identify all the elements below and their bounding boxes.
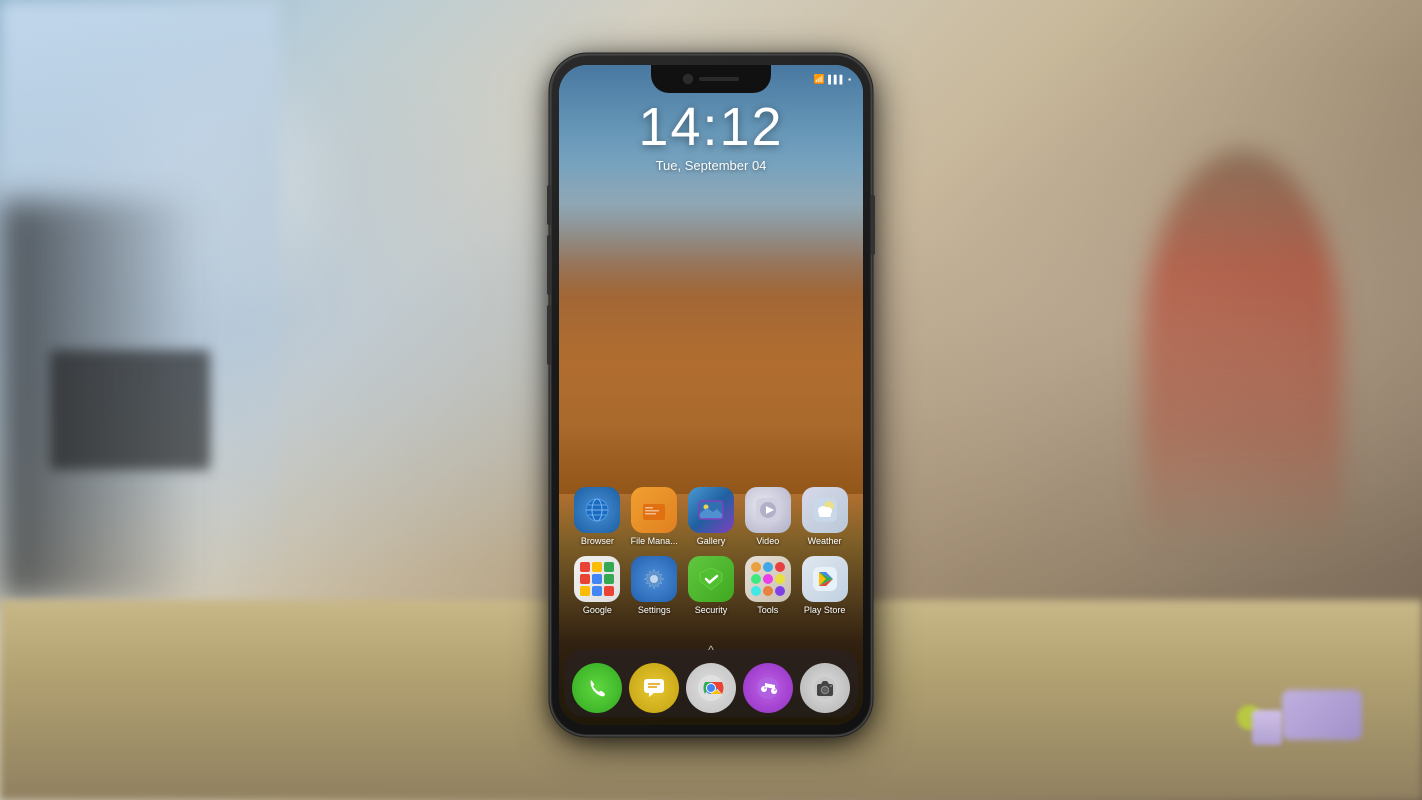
bg-purple-item [1282,690,1362,740]
app-tools[interactable]: Tools [742,556,794,615]
dock-area [569,663,853,713]
file-manager-icon [631,487,677,533]
dock-camera[interactable] [800,663,850,713]
app-google[interactable]: Google [571,556,623,615]
chrome-icon [686,663,736,713]
video-icon [745,487,791,533]
gallery-label: Gallery [685,536,737,546]
tools-icon [745,556,791,602]
phone-call-icon [572,663,622,713]
earpiece-speaker [699,77,739,81]
app-weather[interactable]: Weather [799,487,851,546]
app-file-manager[interactable]: File Mana... [628,487,680,546]
settings-label: Settings [628,605,680,615]
app-row-1: Browser [569,487,853,546]
tools-label: Tools [742,605,794,615]
weather-icon [802,487,848,533]
apps-area: Browser [559,487,863,625]
app-security[interactable]: Security [685,556,737,615]
app-row-2: Google Settings [569,556,853,615]
swipe-up-hint: ^ [708,643,714,657]
file-manager-label: File Mana... [628,536,680,546]
dock-messages[interactable] [629,663,679,713]
bg-dark-left [0,200,200,600]
bg-purple-item2 [1252,710,1282,745]
dock-music[interactable] [743,663,793,713]
battery-icon: ▪ [848,75,851,84]
app-play-store[interactable]: Play Store [799,556,851,615]
alert-slider[interactable] [547,185,551,225]
security-label: Security [685,605,737,615]
app-browser[interactable]: Browser [571,487,623,546]
app-video[interactable]: Video [742,487,794,546]
play-store-icon [802,556,848,602]
app-gallery[interactable]: Gallery [685,487,737,546]
power-button[interactable] [871,195,875,255]
phone-body: 📶 ▌▌▌ ▪ 14:12 Tue, September 04 [551,55,871,735]
messages-icon [629,663,679,713]
music-icon [743,663,793,713]
app-settings[interactable]: Settings [628,556,680,615]
browser-icon [574,487,620,533]
gallery-icon [688,487,734,533]
browser-label: Browser [571,536,623,546]
bg-right-person [1142,150,1342,550]
front-camera [683,74,693,84]
security-icon [688,556,734,602]
phone-screen: 📶 ▌▌▌ ▪ 14:12 Tue, September 04 [559,65,863,725]
status-icons: 📶 ▌▌▌ ▪ [814,74,851,85]
dock-phone[interactable] [572,663,622,713]
volume-down-button[interactable] [547,305,551,365]
background-scene: 📶 ▌▌▌ ▪ 14:12 Tue, September 04 [0,0,1422,800]
google-icon [574,556,620,602]
wallpaper-hills [559,164,863,494]
clock-time: 14:12 [559,100,863,154]
dock-chrome[interactable] [686,663,736,713]
weather-label: Weather [799,536,851,546]
settings-icon [631,556,677,602]
phone: 📶 ▌▌▌ ▪ 14:12 Tue, September 04 [551,55,871,745]
wifi-icon: 📶 [814,74,825,85]
signal-bars-icon: ▌▌▌ [828,75,845,84]
volume-up-button[interactable] [547,235,551,295]
google-label: Google [571,605,623,615]
play-store-label: Play Store [799,605,851,615]
video-label: Video [742,536,794,546]
notch [651,65,771,93]
clock-date: Tue, September 04 [559,158,863,173]
clock-area: 14:12 Tue, September 04 [559,100,863,173]
camera-icon [800,663,850,713]
